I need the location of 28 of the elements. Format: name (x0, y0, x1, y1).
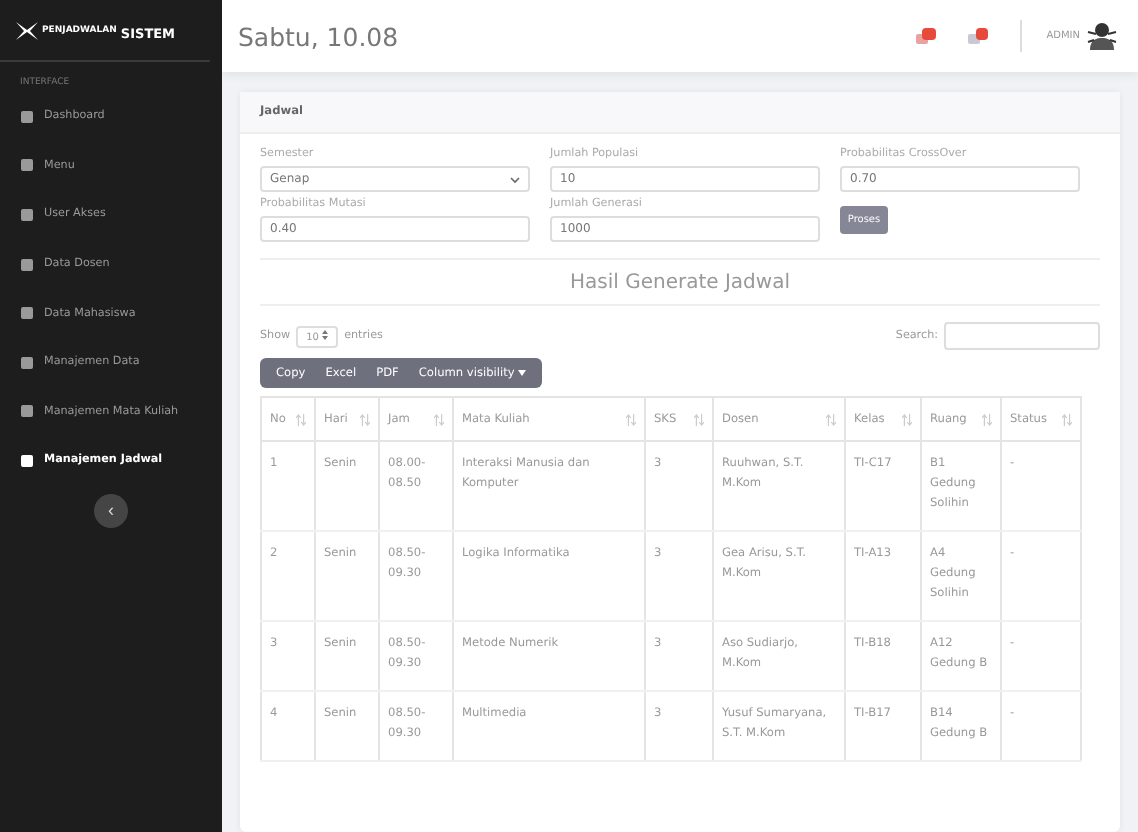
avatar-icon[interactable] (1086, 20, 1118, 52)
search-field[interactable] (944, 322, 1100, 350)
section-title: Hasil Generate Jadwal (260, 272, 1100, 306)
menu-item-icon (20, 207, 34, 222)
sort-icon (982, 413, 992, 425)
sort-icon (360, 413, 370, 425)
chevron-down-icon (510, 175, 520, 183)
menu-item-icon (20, 404, 34, 419)
logo-icon (16, 21, 38, 39)
menu-item-icon (20, 109, 34, 124)
page-title: Sabtu, 10.08 (238, 21, 401, 51)
message-icon[interactable] (968, 28, 989, 44)
menu-item-icon (20, 158, 34, 173)
sort-icon (694, 413, 704, 425)
spinner-icon (322, 329, 329, 339)
sort-icon (296, 413, 306, 425)
sort-icon (626, 413, 636, 425)
menu-item-icon (20, 355, 34, 370)
sort-icon (434, 413, 444, 425)
sort-icon (826, 413, 836, 425)
menu-item-icon (20, 453, 34, 468)
sort-icon (902, 413, 912, 425)
caret-icon (518, 369, 527, 375)
sort-icon (1062, 413, 1072, 425)
menu-item-icon (20, 306, 34, 321)
alert-icon[interactable] (916, 28, 937, 44)
menu-item-icon (20, 257, 34, 272)
collapse-button[interactable]: ‹ (94, 493, 128, 528)
